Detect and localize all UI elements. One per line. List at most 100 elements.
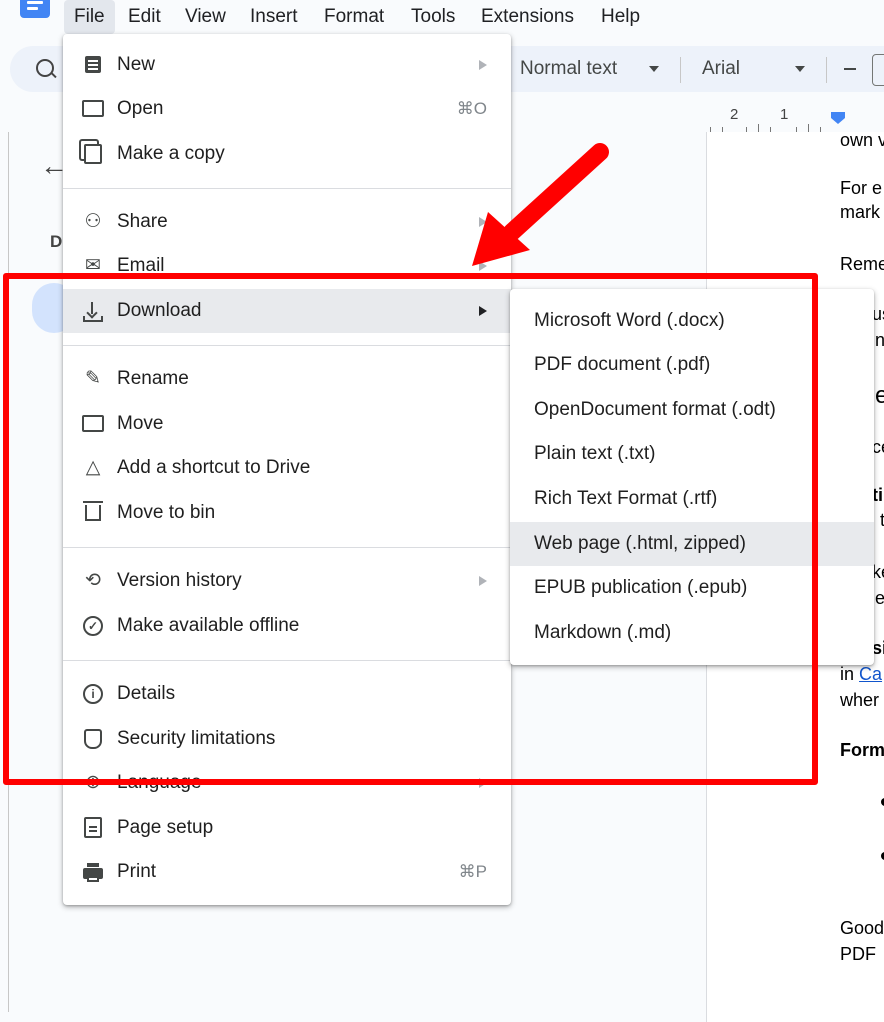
- submenu-item-label: Web page (.html, zipped): [534, 533, 746, 554]
- info-icon: i: [81, 683, 105, 705]
- shortcut-label: ⌘O: [456, 99, 487, 118]
- submenu-item-label: Plain text (.txt): [534, 443, 656, 464]
- menu-divider: [63, 345, 511, 346]
- submenu-item-label: PDF document (.pdf): [534, 354, 711, 375]
- menu-item-details[interactable]: i Details: [63, 672, 511, 716]
- menu-item-page-setup[interactable]: Page setup: [63, 806, 511, 850]
- download-submenu: Microsoft Word (.docx) PDF document (.pd…: [510, 289, 874, 665]
- font-size-input[interactable]: [872, 54, 884, 86]
- menu-item-make-a-copy[interactable]: Make a copy: [63, 132, 511, 176]
- indent-marker-icon[interactable]: [831, 112, 845, 124]
- menu-tools[interactable]: Tools: [401, 0, 465, 34]
- copy-icon: [81, 143, 105, 165]
- menu-item-make-available-offline[interactable]: ✓ Make available offline: [63, 604, 511, 648]
- download-icon: [81, 300, 105, 322]
- menu-item-security-limitations[interactable]: Security limitations: [63, 717, 511, 761]
- file-menu: New Open ⌘O Make a copy ⚇ Share ✉ Email …: [63, 34, 511, 905]
- chevron-down-icon[interactable]: [795, 66, 805, 72]
- menu-item-label: Add a shortcut to Drive: [117, 457, 311, 478]
- menubar: File Edit View Insert Format Tools Exten…: [0, 0, 884, 34]
- menu-edit[interactable]: Edit: [118, 0, 171, 34]
- doc-link[interactable]: Ca: [859, 664, 882, 684]
- submenu-arrow-icon: [479, 778, 487, 788]
- menu-item-download[interactable]: Download: [63, 289, 511, 333]
- drive-shortcut-icon: △: [85, 457, 101, 478]
- doc-text: in Ca: [840, 664, 882, 685]
- font-family-select[interactable]: Arial: [702, 46, 740, 92]
- menu-help[interactable]: Help: [591, 0, 650, 34]
- download-pdf[interactable]: PDF document (.pdf): [510, 343, 874, 387]
- doc-text: mark: [840, 202, 880, 222]
- submenu-item-label: EPUB publication (.epub): [534, 577, 748, 598]
- menu-item-move[interactable]: Move: [63, 402, 511, 446]
- submenu-item-label: OpenDocument format (.odt): [534, 399, 776, 420]
- pencil-icon: ✎: [85, 368, 101, 389]
- doc-text: ep: [875, 382, 884, 409]
- menu-item-language[interactable]: ⊕ Language: [63, 761, 511, 805]
- menu-item-open[interactable]: Open ⌘O: [63, 87, 511, 131]
- menu-item-version-history[interactable]: ⟲ Version history: [63, 559, 511, 603]
- menu-item-label: Make available offline: [117, 615, 300, 636]
- submenu-item-label: Markdown (.md): [534, 622, 672, 643]
- document-icon: [81, 54, 105, 76]
- menu-item-label: Make a copy: [117, 143, 225, 164]
- menu-divider: [63, 188, 511, 189]
- doc-text: Form: [840, 740, 884, 760]
- offline-check-icon: ✓: [81, 615, 105, 637]
- menu-file[interactable]: File: [64, 0, 115, 34]
- decrease-font-size-icon[interactable]: [844, 68, 856, 70]
- menu-item-move-to-bin[interactable]: Move to bin: [63, 491, 511, 535]
- download-docx[interactable]: Microsoft Word (.docx): [510, 299, 874, 343]
- outline-heading: D: [50, 232, 63, 251]
- menu-item-label: Move: [117, 413, 164, 434]
- ruler-number: 1: [780, 106, 789, 123]
- download-txt[interactable]: Plain text (.txt): [510, 432, 874, 476]
- doc-text: n: [875, 330, 884, 350]
- menu-divider: [63, 547, 511, 548]
- menu-item-label: Security limitations: [117, 728, 276, 749]
- menu-item-label: Details: [117, 683, 176, 704]
- submenu-arrow-icon: [479, 576, 487, 586]
- folder-icon: [81, 98, 105, 120]
- menu-item-label: Move to bin: [117, 502, 216, 523]
- menu-item-email[interactable]: ✉ Email: [63, 244, 511, 288]
- docs-logo-icon[interactable]: [20, 0, 50, 18]
- page-setup-icon: [81, 817, 105, 839]
- download-epub[interactable]: EPUB publication (.epub): [510, 566, 874, 610]
- doc-text: For e: [840, 178, 883, 198]
- submenu-item-label: Microsoft Word (.docx): [534, 310, 725, 331]
- folder-move-icon: [81, 413, 105, 435]
- submenu-item-label: Rich Text Format (.rtf): [534, 488, 718, 509]
- chevron-down-icon[interactable]: [649, 66, 659, 72]
- ruler-number: 2: [730, 106, 739, 123]
- submenu-arrow-icon: [479, 60, 487, 70]
- doc-text: own v: [840, 130, 884, 150]
- download-odt[interactable]: OpenDocument format (.odt): [510, 388, 874, 432]
- menu-extensions[interactable]: Extensions: [471, 0, 584, 34]
- mail-icon: ✉: [85, 255, 101, 276]
- menu-item-add-shortcut[interactable]: △ Add a shortcut to Drive: [63, 446, 511, 490]
- menu-insert[interactable]: Insert: [240, 0, 308, 34]
- menu-item-print[interactable]: Print ⌘P: [63, 850, 511, 894]
- menu-format[interactable]: Format: [314, 0, 394, 34]
- menu-item-label: Email: [117, 255, 165, 276]
- menu-item-rename[interactable]: ✎ Rename: [63, 357, 511, 401]
- doc-text: in: [840, 664, 855, 684]
- paragraph-style-select[interactable]: Normal text: [520, 46, 617, 92]
- doc-text: PDF: [840, 944, 876, 964]
- vertical-ruler: [0, 132, 9, 1012]
- search-menus-icon[interactable]: [36, 59, 54, 77]
- download-rtf[interactable]: Rich Text Format (.rtf): [510, 477, 874, 521]
- horizontal-ruler[interactable]: 2 1: [706, 106, 884, 132]
- menu-item-share[interactable]: ⚇ Share: [63, 200, 511, 244]
- download-markdown[interactable]: Markdown (.md): [510, 611, 874, 655]
- menu-item-label: Open: [117, 98, 164, 119]
- menu-item-label: Page setup: [117, 817, 214, 838]
- globe-icon: ⊕: [85, 772, 101, 793]
- menu-divider: [63, 660, 511, 661]
- menu-item-new[interactable]: New: [63, 43, 511, 87]
- doc-text: Reme: [840, 254, 884, 274]
- doc-text: Good: [840, 918, 884, 938]
- menu-view[interactable]: View: [175, 0, 236, 34]
- download-html-zipped[interactable]: Web page (.html, zipped): [510, 522, 874, 566]
